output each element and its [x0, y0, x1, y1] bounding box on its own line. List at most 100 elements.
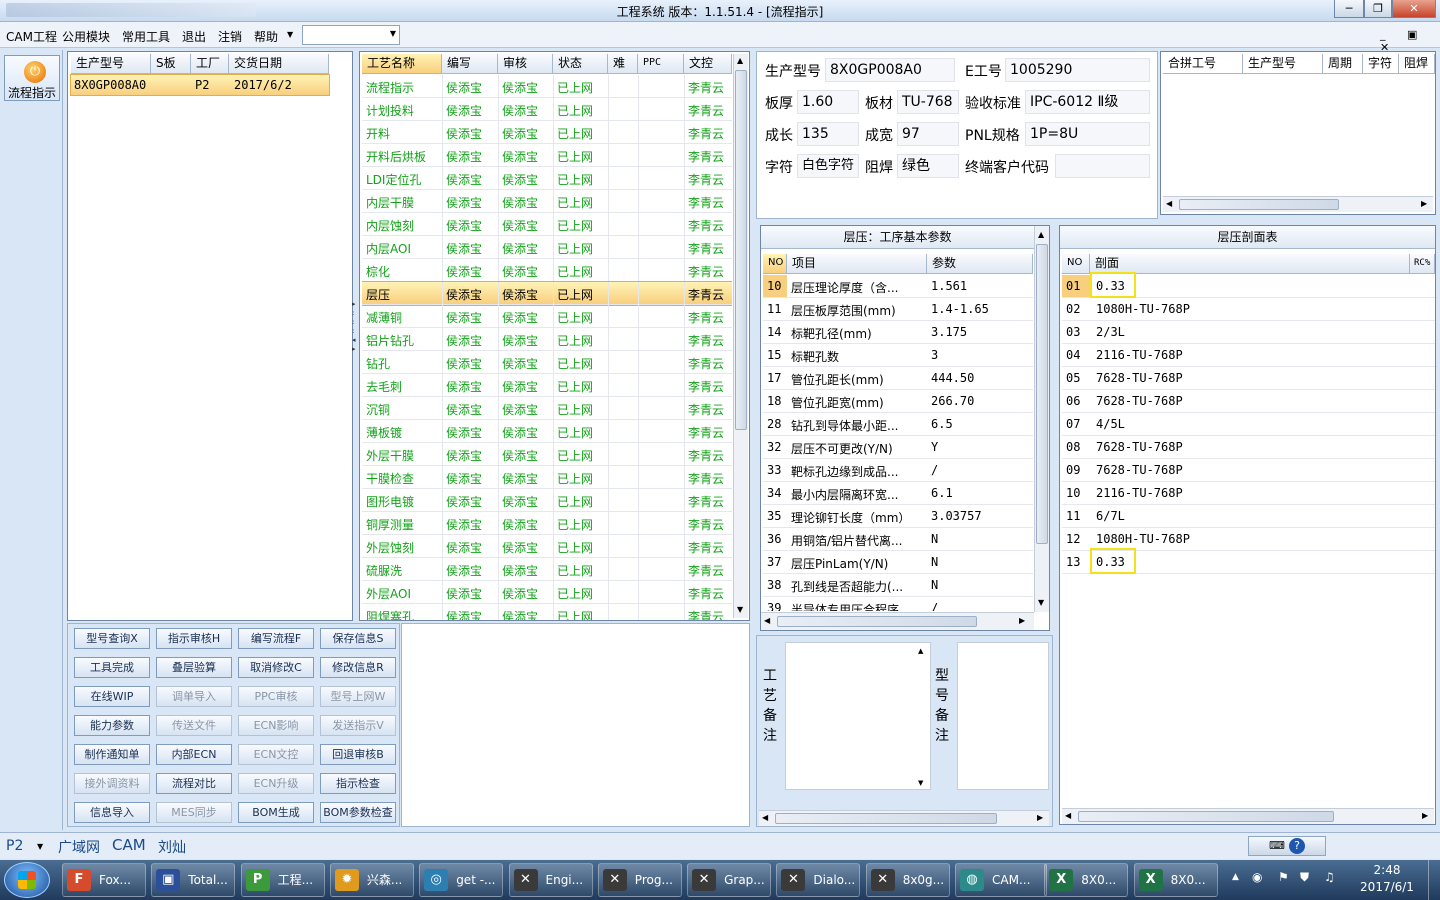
table-row[interactable]: 8X0GP008A0 P2 2017/6/2 [70, 74, 330, 96]
table-row[interactable]: 外层干膜 侯添宝 侯添宝 已上网 李青云 [362, 443, 732, 466]
table-row[interactable]: 开料 侯添宝 侯添宝 已上网 李青云 [362, 121, 732, 144]
table-row[interactable]: 铝片钻孔 侯添宝 侯添宝 已上网 李青云 [362, 328, 732, 351]
table-row[interactable]: 11 层压板厚范围(mm) 1.4-1.65 [763, 298, 1033, 321]
flow-button[interactable]: ⏻ 流程指示 [4, 55, 60, 101]
notes-hscroll[interactable]: ◀ ▶ [759, 810, 1049, 826]
table-row[interactable]: 阻焊塞孔 侯添宝 侯添宝 已上网 李青云 [362, 604, 732, 620]
table-row[interactable]: 18 管位孔距宽(mm) 266.70 [763, 390, 1033, 413]
col-header-no[interactable]: NO [763, 254, 787, 274]
scroll-right-icon[interactable]: ▶ [1019, 616, 1025, 625]
model-note-field[interactable] [957, 642, 1049, 790]
menu-common-module[interactable]: 公用模块 [62, 28, 110, 45]
scroll-up-icon[interactable]: ▲ [737, 56, 743, 65]
table-row[interactable]: 铜厚测量 侯添宝 侯添宝 已上网 李青云 [362, 512, 732, 535]
function-button[interactable]: 调单导入 [156, 686, 232, 707]
mask-field[interactable]: 绿色 [897, 154, 959, 178]
table-row[interactable]: 内层干膜 侯添宝 侯添宝 已上网 李青云 [362, 190, 732, 213]
table-row[interactable]: 03 2/3L [1062, 321, 1435, 344]
col-header-doc[interactable]: 文控 [684, 54, 732, 74]
function-button[interactable]: 修改信息R [320, 657, 396, 678]
col-header-process[interactable]: 工艺名称 [362, 54, 442, 74]
col-header-writer[interactable]: 编写 [442, 54, 498, 74]
params-vscroll[interactable]: ▲ ▼ [1034, 226, 1049, 612]
table-row[interactable]: 07 4/5L [1062, 413, 1435, 436]
table-row[interactable]: 外层蚀刻 侯添宝 侯添宝 已上网 李青云 [362, 535, 732, 558]
scroll-down-icon[interactable]: ▼ [737, 605, 743, 614]
table-row[interactable]: 13 0.33 [1062, 548, 1435, 574]
scroll-down-icon[interactable]: ▼ [1038, 598, 1044, 607]
shield-icon[interactable]: ⛊ [1300, 870, 1309, 885]
show-hidden-icon[interactable]: ▲ [1232, 872, 1239, 882]
col-header-difficulty[interactable]: 难 [608, 54, 638, 74]
table-row[interactable]: 硫脲洗 侯添宝 侯添宝 已上网 李青云 [362, 558, 732, 581]
table-row[interactable]: 28 钻孔到导体最小距... 6.5 [763, 413, 1033, 436]
scroll-left-icon[interactable]: ◀ [1166, 199, 1172, 208]
table-row[interactable]: 09 7628-TU-768P [1062, 459, 1435, 482]
function-button[interactable]: MES同步 [156, 802, 232, 823]
function-button[interactable]: 能力参数 [74, 715, 150, 736]
pnl-field[interactable]: 1P=8U [1025, 122, 1150, 146]
scroll-left-icon[interactable]: ◀ [764, 616, 770, 625]
language-bar[interactable]: ⌨ ? [1248, 836, 1326, 856]
dialog-task[interactable]: ✕ Dialo... [776, 863, 861, 897]
col-header-model[interactable]: 生产型号 [71, 54, 151, 74]
scroll-right-icon[interactable]: ▶ [1421, 199, 1427, 208]
function-button[interactable]: 流程对比 [156, 773, 232, 794]
function-button[interactable]: 接外调资料 [74, 773, 150, 794]
close-button[interactable]: ✕ [1392, 0, 1436, 18]
function-button[interactable]: PPC审核 [238, 686, 314, 707]
menu-tools[interactable]: 常用工具 [122, 28, 170, 45]
function-button[interactable]: 回退审核B [320, 744, 396, 765]
function-button[interactable]: ECN影响 [238, 715, 314, 736]
function-button[interactable]: 叠层验算 [156, 657, 232, 678]
splitter[interactable]: ▸::: ◂ ▸ [352, 300, 358, 380]
model-field[interactable]: 8X0GP008A0 [825, 58, 955, 82]
excel-task-1[interactable]: X 8X0... [1044, 863, 1129, 897]
table-row[interactable]: 06 7628-TU-768P [1062, 390, 1435, 413]
function-button[interactable]: ECN升级 [238, 773, 314, 794]
scroll-thumb[interactable] [735, 70, 747, 430]
scroll-thumb[interactable] [1179, 199, 1339, 210]
col-header-merge-cycle[interactable]: 周期 [1323, 54, 1363, 74]
table-row[interactable]: 36 用铜箔/铝片替代离... N [763, 528, 1033, 551]
table-row[interactable]: 干膜检查 侯添宝 侯添宝 已上网 李青云 [362, 466, 732, 489]
function-button[interactable]: 内部ECN [156, 744, 232, 765]
table-row[interactable]: 钻孔 侯添宝 侯添宝 已上网 李青云 [362, 351, 732, 374]
table-row[interactable]: 38 孔到线是否超能力(... N [763, 574, 1033, 597]
totalcmd-task[interactable]: ▣ Total... [151, 863, 236, 897]
table-row[interactable]: 图形电镀 侯添宝 侯添宝 已上网 李青云 [362, 489, 732, 512]
eno-field[interactable]: 1005290 [1005, 58, 1150, 82]
table-row[interactable]: 33 靶标孔边缘到成品... / [763, 459, 1033, 482]
standard-field[interactable]: IPC-6012 Ⅱ级 [1025, 90, 1150, 114]
function-button[interactable]: 取消修改C [238, 657, 314, 678]
col-header-rc[interactable]: RC% [1410, 254, 1435, 274]
char-field[interactable]: 白色字符 [797, 154, 859, 178]
table-row[interactable]: 17 管位孔距长(mm) 444.50 [763, 367, 1033, 390]
chevron-down-icon[interactable]: ▼ [287, 30, 293, 39]
minimize-button[interactable]: ─ [1334, 0, 1364, 18]
table-row[interactable]: 11 6/7L [1062, 505, 1435, 528]
table-row[interactable]: 14 标靶孔径(mm) 3.175 [763, 321, 1033, 344]
table-row[interactable]: 01 0.33 [1062, 272, 1435, 298]
excel-task-2[interactable]: X 8X0... [1133, 863, 1218, 897]
function-button[interactable]: BOM参数检查 [320, 802, 396, 823]
table-row[interactable]: 流程指示 侯添宝 侯添宝 已上网 李青云 [362, 75, 732, 98]
table-row[interactable]: 35 理论铆钉长度（mm） 3.03757 [763, 505, 1033, 528]
process-note-field[interactable]: ▲ ▼ [785, 642, 931, 790]
process-vscroll[interactable]: ▲ ▼ [733, 54, 748, 618]
function-button[interactable]: 制作通知单 [74, 744, 150, 765]
col-header-merge-model[interactable]: 生产型号 [1243, 54, 1323, 74]
menu-logout[interactable]: 注销 [218, 28, 242, 45]
factory-select[interactable]: P2 [6, 838, 23, 854]
table-row[interactable]: 15 标靶孔数 3 [763, 344, 1033, 367]
col-header-ppc[interactable]: PPC [638, 54, 684, 74]
table-row[interactable]: 39 半导体专用压合程序 / [763, 597, 1033, 611]
table-row[interactable]: 计划投料 侯添宝 侯添宝 已上网 李青云 [362, 98, 732, 121]
volume-icon[interactable]: ♫ [1324, 870, 1335, 884]
scroll-thumb[interactable] [777, 616, 977, 627]
table-row[interactable]: 去毛刺 侯添宝 侯添宝 已上网 李青云 [362, 374, 732, 397]
scroll-left-icon[interactable]: ◀ [1065, 811, 1071, 820]
table-row[interactable]: 薄板镀 侯添宝 侯添宝 已上网 李青云 [362, 420, 732, 443]
table-row[interactable]: 减薄铜 侯添宝 侯添宝 已上网 李青云 [362, 305, 732, 328]
scroll-thumb[interactable] [775, 813, 997, 824]
